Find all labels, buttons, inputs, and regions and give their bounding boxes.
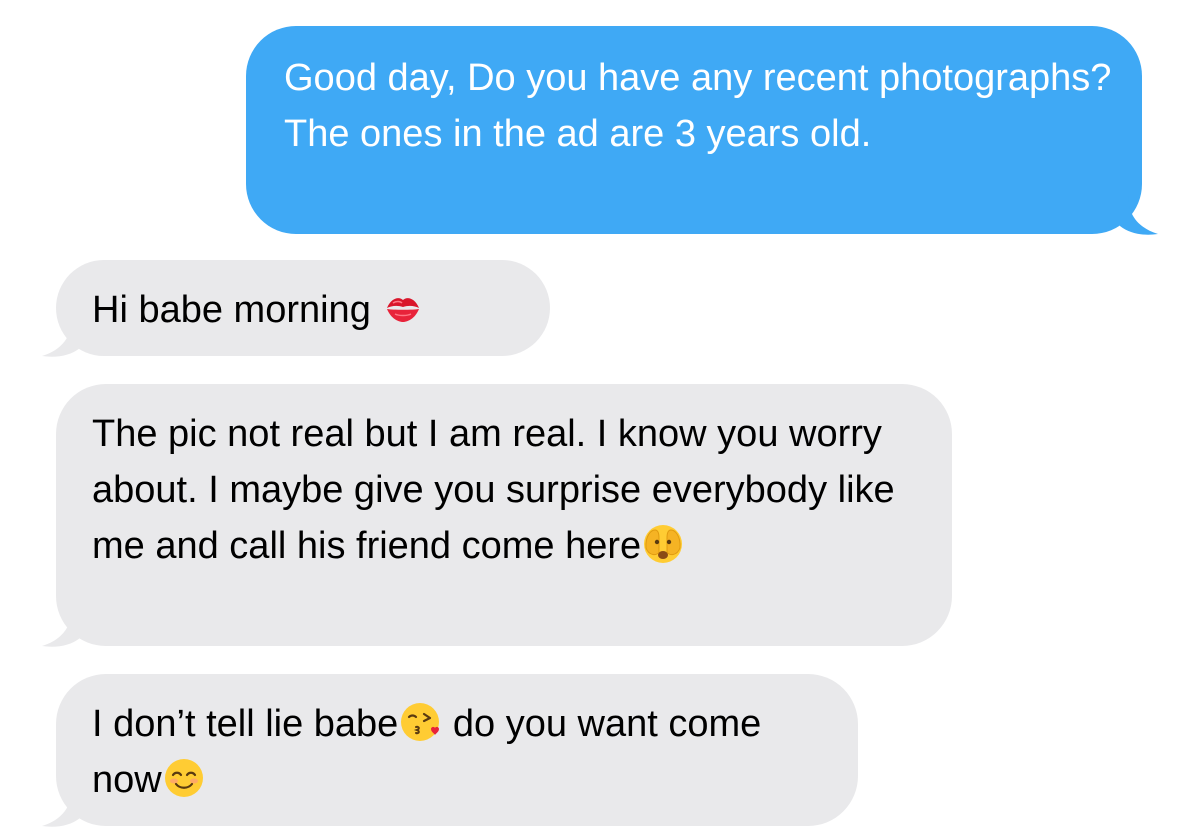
received-message-bubble[interactable]: I don’t tell lie babe do you want come n… xyxy=(56,674,858,826)
message-text-part1: I don’t tell lie babe xyxy=(92,703,399,745)
kiss-mark-icon xyxy=(381,286,425,330)
smiling-face-with-smiling-eyes-icon xyxy=(162,756,206,800)
received-bubble-tail xyxy=(40,788,80,828)
received-message-bubble[interactable]: The pic not real but I am real. I know y… xyxy=(56,384,952,646)
received-bubble-tail xyxy=(40,318,80,358)
message-text: Good day, Do you have any recent photogr… xyxy=(284,57,1112,155)
message-text: Hi babe morning xyxy=(92,289,382,331)
face-with-open-eyes-and-hand-over-mouth-icon xyxy=(641,522,685,566)
message-text: The pic not real but I am real. I know y… xyxy=(92,413,895,567)
received-bubble-tail xyxy=(40,608,80,648)
sent-message-bubble[interactable]: Good day, Do you have any recent photogr… xyxy=(246,26,1142,234)
face-blowing-a-kiss-icon xyxy=(398,700,442,744)
message-thread: Good day, Do you have any recent photogr… xyxy=(0,0,1200,840)
received-message-bubble[interactable]: Hi babe morning xyxy=(56,260,550,356)
sent-bubble-tail xyxy=(1120,196,1160,236)
